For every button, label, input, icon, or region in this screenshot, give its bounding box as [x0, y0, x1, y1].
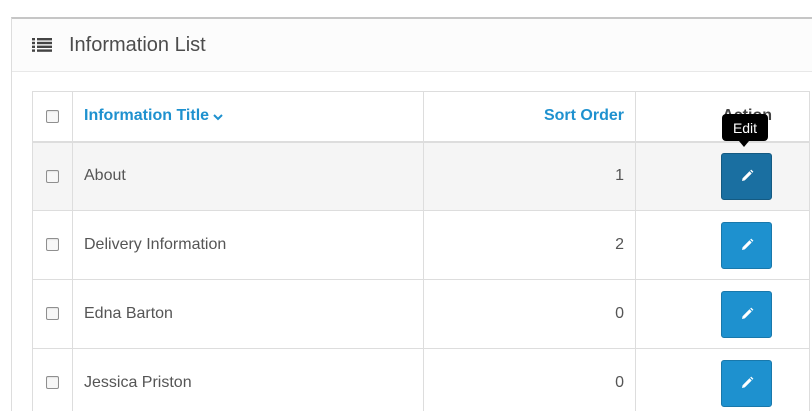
- row-checkbox[interactable]: [46, 376, 59, 390]
- table-row: Edna Barton 0: [32, 279, 810, 349]
- row-select-cell: [32, 141, 73, 211]
- sort-order-header: Sort Order: [423, 91, 636, 143]
- title-header-label: Information Title: [84, 107, 210, 125]
- title-header: Information Title: [72, 91, 424, 143]
- select-all-cell: [32, 91, 73, 143]
- edit-button[interactable]: [721, 359, 772, 407]
- table-row: Delivery Information 2: [32, 210, 810, 280]
- list-icon: [32, 38, 52, 52]
- row-checkbox[interactable]: [46, 238, 59, 252]
- row-select-cell: [32, 279, 73, 349]
- table-row: Jessica Priston 0: [32, 348, 810, 411]
- information-table: Information Title Sort Order Action Abou…: [32, 91, 810, 411]
- row-action-cell: [635, 210, 810, 280]
- row-sort-order: 0: [423, 348, 636, 411]
- row-title: Edna Barton: [72, 279, 424, 349]
- row-action-cell: [635, 279, 810, 349]
- pencil-icon: [741, 238, 753, 250]
- row-checkbox[interactable]: [46, 169, 59, 183]
- edit-button[interactable]: [721, 290, 772, 338]
- edit-button[interactable]: [721, 221, 772, 269]
- panel-heading: Information List: [12, 19, 812, 72]
- panel-title: Information List: [69, 33, 206, 56]
- row-sort-order: 1: [423, 141, 636, 211]
- edit-button[interactable]: [721, 152, 772, 200]
- pencil-icon: [741, 307, 753, 319]
- row-title: Jessica Priston: [72, 348, 424, 411]
- pencil-icon: [741, 169, 753, 182]
- select-all-checkbox[interactable]: [46, 109, 59, 123]
- sort-by-sort-order-link[interactable]: Sort Order: [544, 107, 624, 124]
- tooltip-arrow: [739, 141, 749, 147]
- row-checkbox[interactable]: [46, 307, 59, 321]
- row-title: About: [72, 141, 424, 211]
- table-header-row: Information Title Sort Order Action: [32, 91, 810, 143]
- pencil-icon: [741, 376, 753, 388]
- chevron-down-icon: [212, 110, 224, 122]
- row-action-cell: [635, 141, 810, 211]
- sort-by-title-link[interactable]: Information Title: [84, 107, 224, 124]
- row-title: Delivery Information: [72, 210, 424, 280]
- row-action-cell: [635, 348, 810, 411]
- edit-tooltip: Edit: [722, 114, 768, 141]
- row-sort-order: 0: [423, 279, 636, 349]
- row-sort-order: 2: [423, 210, 636, 280]
- row-select-cell: [32, 348, 73, 411]
- table-row: About 1: [32, 141, 810, 211]
- row-select-cell: [32, 210, 73, 280]
